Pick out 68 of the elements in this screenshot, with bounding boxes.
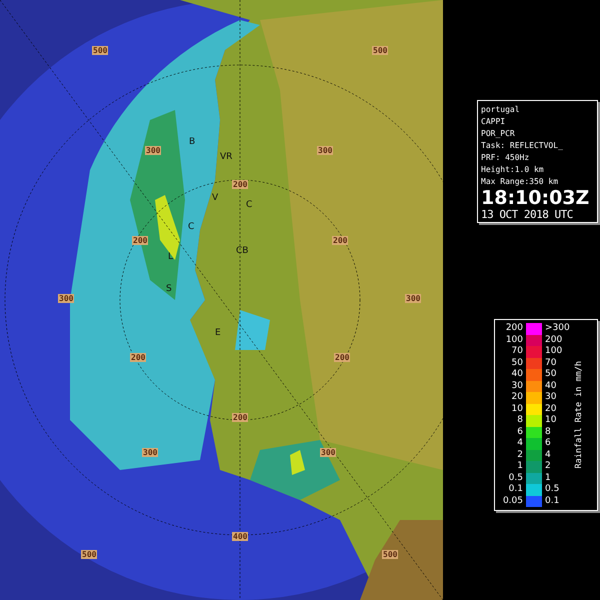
range-ring-label: 300	[145, 146, 162, 155]
legend-value: 20	[510, 392, 523, 404]
legend-title: Rainfall Rate in mm/h	[574, 361, 584, 469]
range-ring-label: 200	[332, 236, 348, 245]
range-ring-label: 300	[317, 146, 334, 155]
range-ring-label: 200	[232, 413, 248, 422]
legend-value: 30	[510, 380, 523, 392]
legend-value: 0.1	[508, 484, 523, 496]
range-ring-label: 500	[372, 46, 388, 55]
scan-date: 13 OCT 2018 UTC	[481, 208, 574, 221]
range-ring-label: 200	[132, 236, 148, 245]
range-ring-label: 300	[58, 294, 74, 303]
info-line: Height:1.0 km	[481, 164, 545, 176]
legend-value: 50	[510, 358, 523, 369]
range-ring-label: 300	[142, 448, 158, 457]
legend-value: 8	[516, 415, 523, 426]
legend-value: 20	[545, 404, 558, 415]
legend-value: 100	[545, 346, 564, 358]
legend-value: 70	[510, 346, 523, 358]
range-ring-label: 300	[405, 294, 422, 303]
info-line: PRF: 450Hz	[481, 152, 530, 164]
legend-value: 8	[545, 426, 552, 438]
legend-value: 2	[516, 450, 523, 461]
info-line: portugal	[481, 104, 521, 116]
legend-value: 6	[516, 426, 523, 438]
legend-value: 200	[545, 334, 564, 346]
legend-value: 10	[510, 404, 523, 415]
legend-value: 6	[545, 438, 552, 450]
legend-value: 30	[545, 392, 558, 404]
place-label: CB	[236, 246, 248, 256]
legend-value: 50	[545, 369, 558, 380]
legend-value: 10	[545, 415, 558, 426]
place-label: V	[212, 193, 218, 203]
place-label: L	[168, 252, 174, 262]
place-label: C	[246, 200, 252, 210]
legend-value: 4	[516, 438, 523, 450]
legend-value: 40	[545, 380, 558, 392]
range-ring-label: 200	[130, 353, 146, 362]
info-line: Task: REFLECTVOL_	[481, 140, 564, 152]
range-ring-label: 200	[334, 353, 350, 362]
range-ring-label: 500	[382, 550, 398, 559]
legend-value: 0.05	[502, 496, 523, 507]
info-line: Max Range:350 km	[481, 176, 560, 188]
legend-value: 1	[545, 472, 552, 484]
info-line: POR_PCR	[481, 128, 516, 140]
place-label: VR	[220, 152, 232, 162]
legend-value: 0.5	[545, 484, 560, 496]
range-ring-label: 200	[232, 180, 248, 189]
legend-value: >300	[545, 323, 571, 334]
legend-value: 200	[504, 323, 523, 334]
info-line: CAPPI	[481, 116, 506, 128]
scan-time: 18:10:03Z	[481, 188, 590, 208]
legend-value: 100	[504, 334, 523, 346]
legend-value: 1	[516, 461, 523, 472]
legend-value: 0.5	[508, 472, 523, 484]
range-ring-label: 500	[92, 46, 108, 55]
legend-value: 4	[545, 450, 552, 461]
legend-value: 70	[545, 358, 558, 369]
range-ring-label: 400	[232, 532, 248, 541]
legend-value: 0.1	[545, 496, 560, 507]
range-ring-label: 300	[320, 448, 336, 457]
place-label: C	[188, 222, 194, 232]
place-label: S	[166, 284, 172, 294]
place-label: B	[189, 137, 196, 147]
legend-value: 2	[545, 461, 552, 472]
legend-value: 40	[510, 369, 523, 380]
place-label: E	[215, 328, 221, 338]
range-ring-label: 500	[81, 550, 98, 559]
